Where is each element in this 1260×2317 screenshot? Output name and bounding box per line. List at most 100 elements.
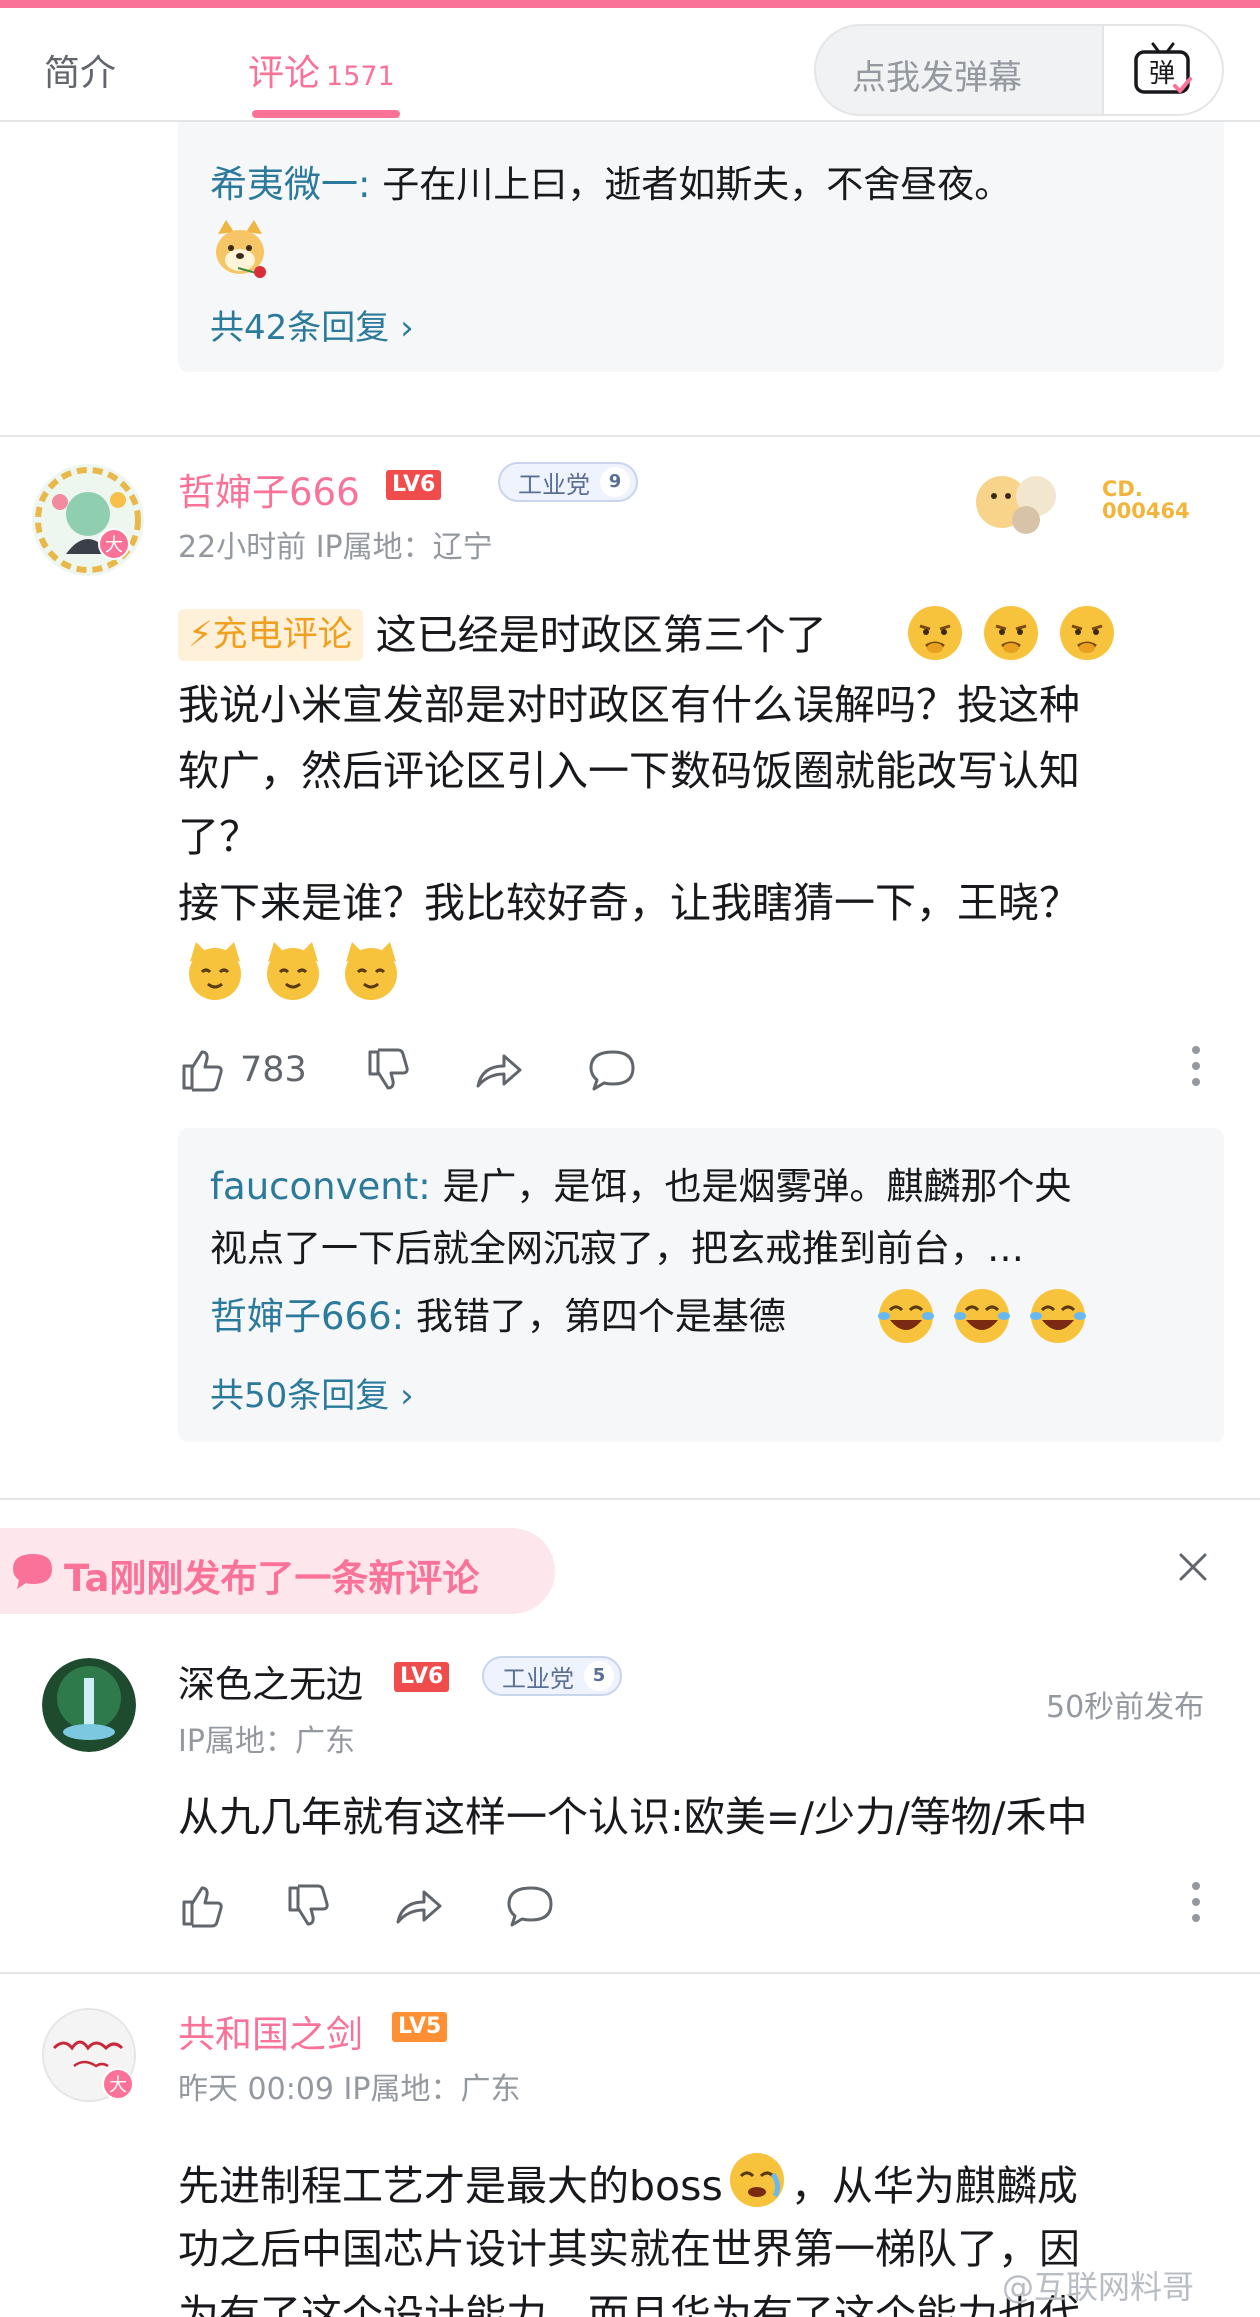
watermark: @互联网料哥 [1002, 2268, 1195, 2306]
fan-medal-name: 工业党 [502, 1664, 574, 1693]
huffing-emoji-icon [1060, 606, 1114, 660]
share-button[interactable] [394, 1876, 444, 1936]
avatar-image [32, 464, 144, 576]
reply-username[interactable]: 希夷微一 [210, 163, 358, 206]
reply-button[interactable] [506, 1876, 556, 1936]
view-replies-link[interactable]: 共50条回复 › [210, 1368, 414, 1417]
share-button[interactable] [474, 1040, 524, 1100]
comment-text-line: 软广，然后评论区引入一下数码饭圈就能改写认知 [178, 747, 1080, 795]
fan-medal-name: 工业党 [518, 470, 590, 499]
comment-meta: 昨天 00:09 IP属地：广东 [178, 2072, 521, 2107]
fan-medal-level: 9 [600, 467, 630, 497]
comment-actions: 783 [178, 1040, 1218, 1100]
comment-text: 先进制程工艺才是最大的boss [178, 2162, 723, 2210]
reply-line: 哲婶子666: 我错了，第四个是基德 [210, 1286, 786, 1340]
laugh-cry-emoji-icon [878, 1289, 934, 1343]
decoration-number: CD. 000464 [1102, 477, 1190, 523]
comment-text: 这已经是时政区第三个了 [375, 611, 827, 659]
fan-medal[interactable]: 工业党 9 [498, 462, 638, 502]
reply-line: 希夷微一: 子在川上曰，逝者如斯夫，不舍昼夜。 [210, 154, 1011, 208]
like-button[interactable] [178, 1876, 226, 1936]
comment-meta: 22小时前 IP属地：辽宁 [178, 530, 493, 565]
avatar[interactable] [42, 1658, 136, 1752]
reply-separator: : [391, 1295, 416, 1338]
danmaku-toggle-button[interactable]: 弹 [1102, 26, 1222, 114]
reply-line: 视点了一下后就全网沉寂了，把玄戒推到前台，… [210, 1218, 1024, 1272]
reply-button[interactable] [588, 1040, 638, 1100]
reply-separator: : [418, 1165, 443, 1208]
avatar-image [42, 1658, 136, 1752]
tab-comments-label: 评论 [248, 53, 321, 94]
share-icon [476, 1054, 522, 1088]
like-button[interactable]: 783 [178, 1040, 307, 1100]
tab-intro[interactable]: 简介 [44, 44, 116, 96]
danmaku-placeholder: 点我发弹幕 [852, 58, 1022, 98]
cat-emoji-icon [189, 942, 241, 1000]
dislike-button[interactable] [364, 1040, 412, 1100]
like-count: 783 [240, 1050, 307, 1090]
comment-text-line: 为有了这个设计能力，而且华为有了这个能力也代 [178, 2291, 1080, 2317]
reply-text: 是广，是饵，也是烟雾弹。麒麟那个央 [442, 1165, 1072, 1208]
level-badge: LV6 [386, 470, 442, 500]
reply-username[interactable]: 哲婶子666 [210, 1295, 392, 1338]
close-icon[interactable] [1176, 1550, 1210, 1584]
comment-text-line: 功之后中国芯片设计其实就在世界第一梯队了，因 [178, 2225, 1080, 2273]
avatar[interactable] [30, 462, 146, 578]
view-replies-link[interactable]: 共42条回复 › [210, 300, 414, 349]
reply-username[interactable]: fauconvent [210, 1165, 418, 1208]
speech-bubble-icon [13, 1554, 52, 1589]
more-options-button[interactable] [1192, 1882, 1202, 1930]
comment-text-line: 了？ [178, 813, 260, 861]
comment-text-line: 先进制程工艺才是最大的boss ，从华为麒麟成 [178, 2150, 1078, 2219]
comment-username[interactable]: 深色之无边 [178, 1654, 363, 1708]
laugh-cry-emoji-icon [1030, 1289, 1086, 1343]
comment-username[interactable]: 共和国之剑 [178, 2004, 363, 2058]
svg-text:弹: 弹 [1149, 59, 1175, 89]
divider [0, 1498, 1260, 1500]
thumbs-down-icon [368, 1048, 409, 1090]
publish-time: 50秒前发布 [1046, 1690, 1205, 1725]
reply-box[interactable]: 希夷微一: 子在川上曰，逝者如斯夫，不舍昼夜。 共42条回复 › [178, 92, 1224, 372]
divider [0, 1972, 1260, 1974]
fan-medal-level: 5 [584, 1661, 614, 1691]
comment-meta: IP属地：广东 [178, 1724, 355, 1759]
thumbs-down-icon [288, 1884, 329, 1926]
reply-box[interactable]: fauconvent: 是广，是饵，也是烟雾弹。麒麟那个央 视点了一下后就全网沉… [178, 1128, 1224, 1442]
reply-text: 子在川上曰，逝者如斯夫，不舍昼夜。 [382, 163, 1012, 206]
new-comment-notice[interactable]: Ta刚刚发布了一条新评论 [0, 1528, 555, 1614]
top-tab-bar: 简介 评论 1571 点我发弹幕 弹 [0, 8, 1260, 122]
comment-text-line: 接下来是谁？我比较好奇，让我瞎猜一下，王晓？ [178, 879, 1080, 927]
level-badge: LV6 [394, 1662, 450, 1692]
dislike-button[interactable] [284, 1876, 332, 1936]
comment-username[interactable]: 哲婶子666 [178, 462, 360, 516]
laugh-cry-emoji-icon [954, 1289, 1010, 1343]
level-badge: LV5 [392, 2012, 448, 2042]
comment-text-line: ⚡充电评论 这已经是时政区第三个了 [178, 602, 827, 668]
doge-rose-emoji-icon [216, 220, 266, 278]
tab-comments-count: 1571 [326, 61, 395, 92]
reply-separator: : [358, 163, 383, 206]
thumbs-up-icon [182, 1050, 223, 1092]
divider [0, 435, 1260, 437]
share-icon [396, 1890, 442, 1924]
reply-text: 我错了，第四个是基德 [415, 1295, 786, 1338]
cat-emoji-icon [345, 942, 397, 1000]
vip-big-badge: 大 [102, 2068, 134, 2100]
vip-big-badge: 大 [98, 528, 130, 560]
danmaku-tv-icon: 弹 [1134, 42, 1192, 94]
huffing-emoji-icon [908, 606, 962, 660]
tearful-emoji-icon [729, 2153, 784, 2207]
danmaku-input[interactable]: 点我发弹幕 弹 [814, 24, 1224, 116]
reply-text: 视点了一下后就全网沉寂了，把玄戒推到前台，… [210, 1227, 1024, 1270]
tab-comments[interactable]: 评论 1571 [248, 44, 395, 96]
huffing-emoji-icon [984, 606, 1038, 660]
thumbs-up-icon [182, 1886, 223, 1928]
active-tab-indicator [252, 110, 400, 118]
fan-medal[interactable]: 工业党 5 [482, 1656, 622, 1696]
more-options-button[interactable] [1192, 1046, 1202, 1094]
comment-bubble-icon [589, 1050, 635, 1091]
reply-line: fauconvent: 是广，是饵，也是烟雾弹。麒麟那个央 [210, 1156, 1071, 1210]
comment-text-line: 我说小米宣发部是对时政区有什么误解吗？投这种 [178, 681, 1080, 729]
charge-comment-tag[interactable]: ⚡充电评论 [178, 609, 363, 661]
top-accent-bar [0, 0, 1260, 8]
